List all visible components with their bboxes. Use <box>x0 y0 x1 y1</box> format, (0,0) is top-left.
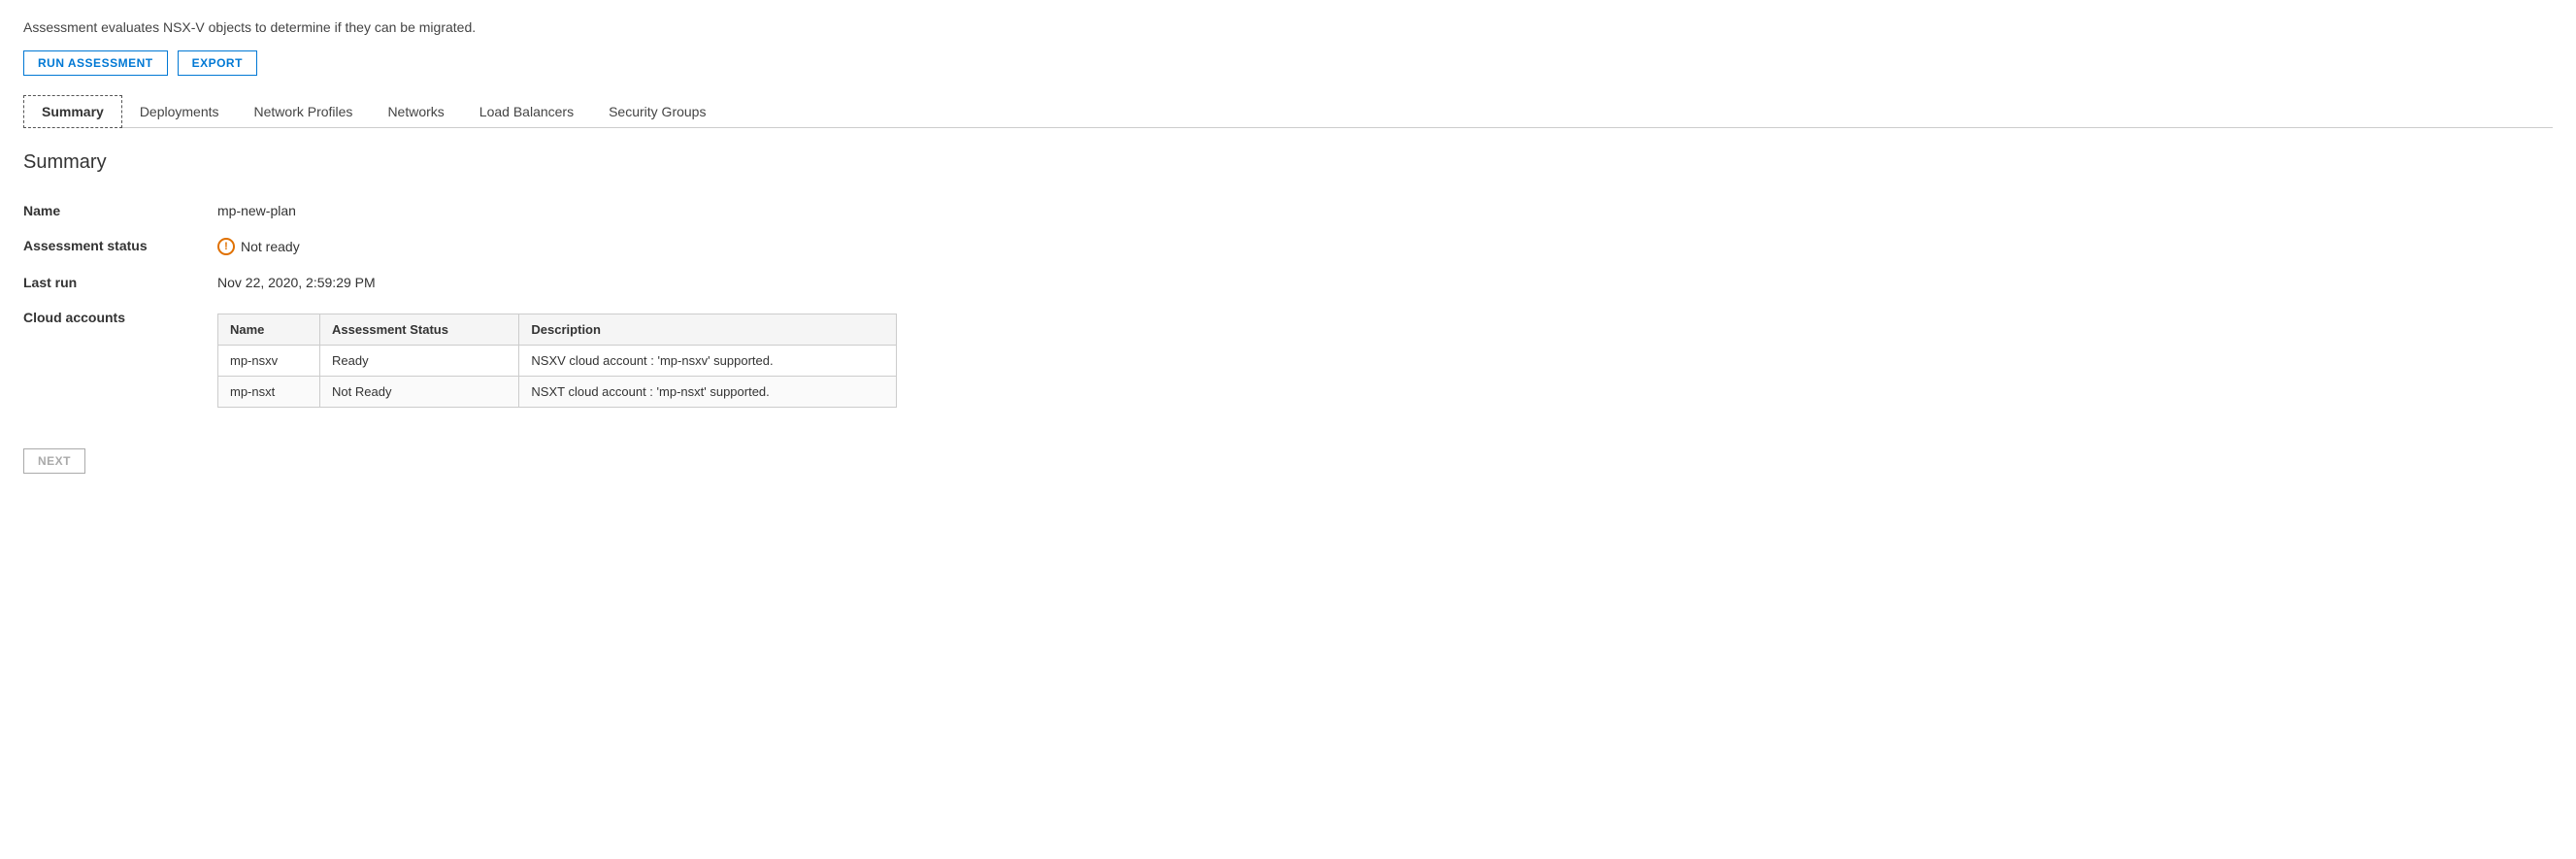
tab-summary[interactable]: Summary <box>23 95 122 128</box>
assessment-status-label: Assessment status <box>23 238 217 253</box>
col-header-name: Name <box>218 314 320 346</box>
col-header-assessment-status: Assessment Status <box>320 314 519 346</box>
export-button[interactable]: EXPORT <box>178 50 257 76</box>
table-row: mp-nsxt Not Ready NSXT cloud account : '… <box>218 377 897 408</box>
warning-icon: ! <box>217 238 235 255</box>
name-row: Name mp-new-plan <box>23 193 2553 228</box>
cloud-accounts-label: Cloud accounts <box>23 310 217 325</box>
assessment-status-text: Not ready <box>241 239 300 254</box>
next-button[interactable]: NEXT <box>23 448 85 474</box>
last-run-value: Nov 22, 2020, 2:59:29 PM <box>217 275 2553 290</box>
toolbar: RUN ASSESSMENT EXPORT <box>23 50 2553 76</box>
row1-description: NSXV cloud account : 'mp-nsxv' supported… <box>519 346 897 377</box>
row1-assessment-status: Ready <box>320 346 519 377</box>
tab-networks[interactable]: Networks <box>370 95 461 127</box>
row2-assessment-status: Not Ready <box>320 377 519 408</box>
last-run-row: Last run Nov 22, 2020, 2:59:29 PM <box>23 265 2553 300</box>
tab-deployments[interactable]: Deployments <box>122 95 237 127</box>
tabs-bar: Summary Deployments Network Profiles Net… <box>23 95 2553 128</box>
next-btn-row: NEXT <box>23 448 2553 474</box>
run-assessment-button[interactable]: RUN ASSESSMENT <box>23 50 168 76</box>
cloud-accounts-table: Name Assessment Status Description mp-ns… <box>217 314 897 408</box>
tab-security-groups[interactable]: Security Groups <box>591 95 723 127</box>
assessment-status-row: Assessment status ! Not ready <box>23 228 2553 265</box>
cloud-accounts-section: Cloud accounts Name Assessment Status De… <box>23 300 2553 417</box>
row2-description: NSXT cloud account : 'mp-nsxt' supported… <box>519 377 897 408</box>
section-title: Summary <box>23 151 2553 174</box>
name-label: Name <box>23 203 217 218</box>
table-row: mp-nsxv Ready NSXV cloud account : 'mp-n… <box>218 346 897 377</box>
col-header-description: Description <box>519 314 897 346</box>
last-run-label: Last run <box>23 275 217 290</box>
row2-name: mp-nsxt <box>218 377 320 408</box>
name-value: mp-new-plan <box>217 203 2553 218</box>
page-description: Assessment evaluates NSX-V objects to de… <box>23 19 2553 35</box>
tab-load-balancers[interactable]: Load Balancers <box>462 95 591 127</box>
tab-network-profiles[interactable]: Network Profiles <box>237 95 371 127</box>
row1-name: mp-nsxv <box>218 346 320 377</box>
assessment-status-value: ! Not ready <box>217 238 2553 255</box>
